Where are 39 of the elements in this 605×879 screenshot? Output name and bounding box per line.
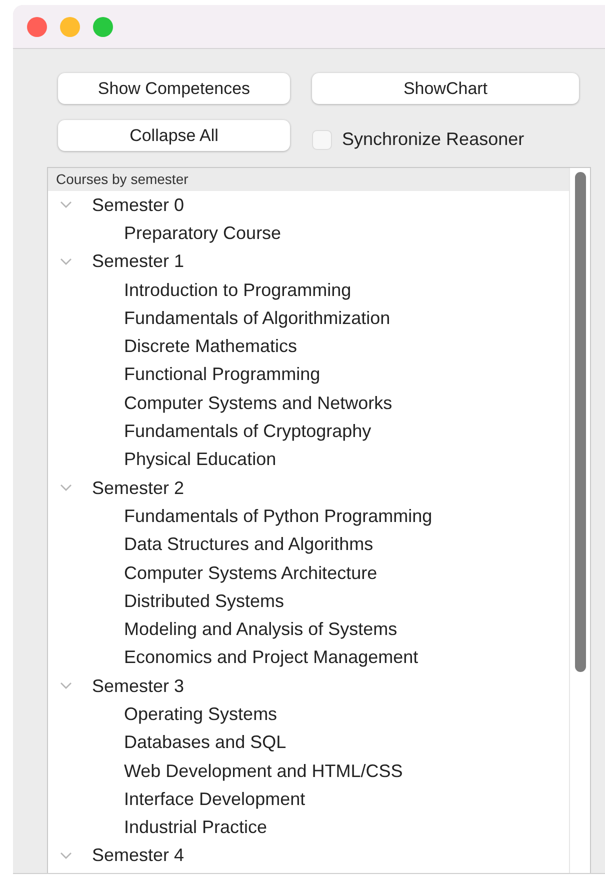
- tree-item[interactable]: Databases and SQL: [48, 732, 286, 754]
- collapse-all-button[interactable]: Collapse All: [58, 120, 290, 151]
- tree-item[interactable]: Fundamentals of Cryptography: [48, 421, 372, 442]
- tree-item[interactable]: Interface Development: [48, 788, 306, 810]
- tree-item[interactable]: Data Structures and Algorithms: [48, 534, 374, 556]
- tree-item[interactable]: Fundamentals of Python Programming: [48, 506, 432, 527]
- chevron-icon[interactable]: [60, 484, 72, 492]
- tree-item[interactable]: Preparatory Course: [48, 222, 282, 244]
- checkbox-label: Synchronize Reasoner: [342, 129, 524, 150]
- tree-item[interactable]: Discrete Mathematics: [48, 336, 298, 358]
- tree-item[interactable]: Physical Education: [48, 449, 276, 470]
- tree-item[interactable]: Computer Systems Architecture: [48, 562, 378, 584]
- tree-item[interactable]: Semester 4: [92, 845, 184, 866]
- show-competences-button[interactable]: Show Competences: [58, 73, 290, 104]
- tree-item[interactable]: Semester 2: [92, 478, 184, 499]
- tree-item[interactable]: Fundamentals of Algorithmization: [48, 308, 390, 329]
- tree-item[interactable]: Functional Programming: [48, 364, 320, 386]
- tree-item[interactable]: Semester 0: [92, 194, 184, 216]
- tree-item[interactable]: Distributed Systems: [48, 590, 284, 612]
- tree-item[interactable]: Computer Systems and Networks: [48, 392, 392, 414]
- chevron-icon[interactable]: [60, 258, 72, 266]
- chevron-icon[interactable]: [60, 201, 72, 210]
- chevron-icon[interactable]: [60, 682, 72, 690]
- minimize-button[interactable]: [60, 16, 80, 36]
- tree-item[interactable]: Web Development and HTML/CSS: [48, 760, 403, 782]
- tree-item[interactable]: Economics and Project Management: [48, 647, 418, 668]
- close-button[interactable]: [27, 16, 47, 36]
- chevron-icon[interactable]: [60, 852, 72, 860]
- tree-item[interactable]: Modeling and Analysis of Systems: [48, 619, 398, 640]
- tree-item[interactable]: Semester 1: [92, 251, 184, 272]
- scrollbar-thumb[interactable]: [574, 172, 586, 672]
- tree-item[interactable]: Operating Systems: [48, 704, 278, 725]
- tree-item[interactable]: Introduction to Programming: [48, 280, 352, 301]
- tree-item[interactable]: Semester 3: [92, 676, 184, 697]
- show-chart-button[interactable]: ShowChart: [312, 73, 579, 104]
- column-header: Courses by semester: [48, 168, 569, 191]
- zoom-button[interactable]: [93, 16, 113, 36]
- tree-item[interactable]: Industrial Practice: [48, 817, 268, 838]
- checkbox[interactable]: [312, 130, 332, 150]
